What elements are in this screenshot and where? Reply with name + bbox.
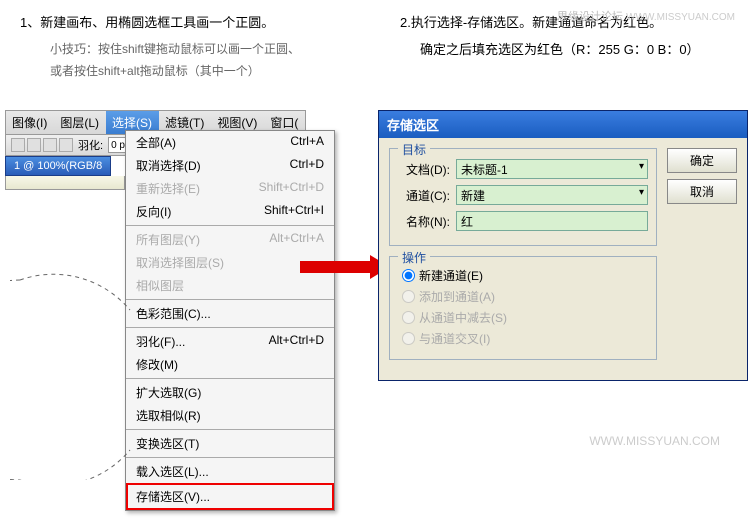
menu-all-layers: 所有图层(Y)Alt+Ctrl+A <box>126 228 334 251</box>
document-tab[interactable]: 1 @ 100%(RGB/8 <box>5 156 111 176</box>
menu-inverse[interactable]: 反向(I)Shift+Ctrl+I <box>126 200 334 223</box>
step1-title: 1、新建画布、用椭圆选框工具画一个正圆。 <box>20 12 300 31</box>
circle-selection <box>10 270 200 480</box>
step1-tip1: 小技巧：按住shift键拖动鼠标可以画一个正圆、 <box>50 39 300 61</box>
mode-icon[interactable] <box>59 138 73 152</box>
target-legend: 目标 <box>398 141 430 158</box>
ruler <box>5 176 125 190</box>
mode-icon[interactable] <box>43 138 57 152</box>
step2-sub: 确定之后填充选区为红色（R：255 G：0 B：0） <box>420 39 700 58</box>
dialog-title: 存储选区 <box>379 111 747 138</box>
target-fieldset: 目标 文档(D): 通道(C): 名称(N): <box>389 148 657 246</box>
document-select[interactable] <box>456 159 648 179</box>
document-label: 文档(D): <box>398 161 450 178</box>
mode-icon[interactable] <box>27 138 41 152</box>
channel-select[interactable] <box>456 185 648 205</box>
radio-input <box>402 290 415 303</box>
radio-input <box>402 311 415 324</box>
menu-deselect[interactable]: 取消选择(D)Ctrl+D <box>126 154 334 177</box>
watermark: 思缘设计论坛 WWW.MISSYUAN.COM <box>557 8 735 24</box>
radio-subtract-channel: 从通道中减去(S) <box>398 309 648 326</box>
feather-label: 羽化: <box>78 137 103 153</box>
menu-image[interactable]: 图像(I) <box>6 111 54 134</box>
menu-save-selection-highlight: 存储选区(V)... <box>126 483 334 510</box>
name-input[interactable] <box>456 211 648 231</box>
channel-label: 通道(C): <box>398 187 450 204</box>
operation-legend: 操作 <box>398 249 430 266</box>
radio-input <box>402 332 415 345</box>
radio-input[interactable] <box>402 269 415 282</box>
watermark-bottom: WWW.MISSYUAN.COM <box>589 434 720 448</box>
step1-tip2: 或者按住shift+alt拖动鼠标（其中一个） <box>50 61 300 83</box>
menu-reselect: 重新选择(E)Shift+Ctrl+D <box>126 177 334 200</box>
operation-fieldset: 操作 新建通道(E) 添加到通道(A) 从通道中减去(S) 与通道交叉(I) <box>389 256 657 360</box>
menu-select-all[interactable]: 全部(A)Ctrl+A <box>126 131 334 154</box>
radio-add-channel: 添加到通道(A) <box>398 288 648 305</box>
arrow-icon <box>300 255 390 279</box>
save-selection-dialog: 存储选区 目标 文档(D): 通道(C): 名称(N): 操作 <box>378 110 748 381</box>
radio-intersect-channel: 与通道交叉(I) <box>398 330 648 347</box>
ok-button[interactable]: 确定 <box>667 148 737 173</box>
mode-icon[interactable] <box>11 138 25 152</box>
radio-new-channel[interactable]: 新建通道(E) <box>398 267 648 284</box>
selection-mode-icons[interactable] <box>11 138 73 152</box>
name-label: 名称(N): <box>398 213 450 230</box>
menu-save-selection[interactable]: 存储选区(V)... <box>128 485 332 508</box>
cancel-button[interactable]: 取消 <box>667 179 737 204</box>
menu-layer[interactable]: 图层(L) <box>54 111 106 134</box>
